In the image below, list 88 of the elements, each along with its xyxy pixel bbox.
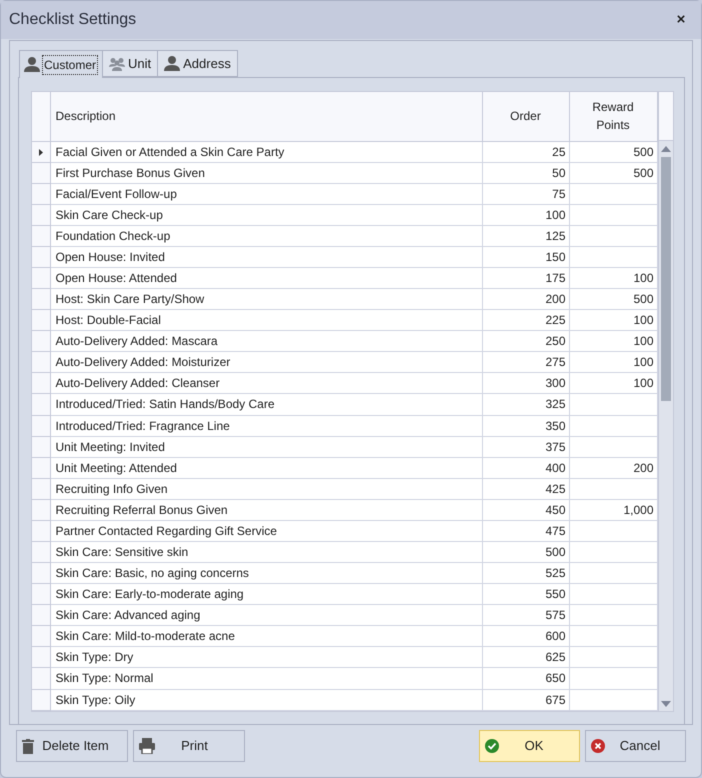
table-cell: 1,000 <box>569 499 657 520</box>
printer-icon <box>139 738 155 754</box>
table-cell: Skin Care Check-up <box>50 204 482 226</box>
table-cell: Host: Double-Facial <box>50 310 482 331</box>
table-cell: Skin Care: Sensitive skin <box>50 541 482 563</box>
table-cell: Facial Given or Attended a Skin Care Party <box>50 141 482 162</box>
table-cell: 650 <box>482 668 569 690</box>
table-cell: 500 <box>569 162 657 184</box>
table-cell: Skin Care: Advanced aging <box>50 604 482 626</box>
table-cell: Auto-Delivery Added: Moisturizer <box>50 352 482 373</box>
table-cell: 200 <box>569 457 657 478</box>
table-cell: 350 <box>482 415 569 436</box>
table-cell: 225 <box>482 310 569 331</box>
table-cell: 100 <box>569 267 657 289</box>
table-cell: 500 <box>569 288 657 310</box>
table-cell: 125 <box>482 225 569 246</box>
table-cell: 275 <box>482 352 569 373</box>
table-cell: 200 <box>482 288 569 310</box>
table-cell: Recruiting Referral Bonus Given <box>50 499 482 520</box>
person-icon <box>164 56 180 71</box>
table-cell: Partner Contacted Regarding Gift Service <box>50 520 482 542</box>
table-cell: Skin Care: Basic, no aging concerns <box>50 562 482 584</box>
table-cell: Skin Care: Early-to-moderate aging <box>50 584 482 605</box>
table-cell: 450 <box>482 499 569 520</box>
table-cell: 100 <box>569 372 657 394</box>
table-cell: First Purchase Bonus Given <box>50 162 482 184</box>
table-cell: 425 <box>482 478 569 500</box>
close-button[interactable]: × <box>669 8 693 32</box>
table-cell: 75 <box>482 183 569 204</box>
table-cell: Auto-Delivery Added: Cleanser <box>50 372 482 394</box>
window-title: Checklist Settings <box>9 10 136 30</box>
table-cell: 100 <box>569 352 657 373</box>
dialog-button[interactable]: OK <box>479 730 580 762</box>
table-cell: Host: Skin Care Party/Show <box>50 288 482 310</box>
table-cell: 500 <box>569 141 657 162</box>
table-cell: Introduced/Tried: Fragrance Line <box>50 415 482 436</box>
dialog-button[interactable]: Cancel <box>585 730 686 762</box>
column-header[interactable]: Reward Points <box>569 92 657 141</box>
vertical-scrollbar[interactable] <box>658 92 673 711</box>
table-cell: 625 <box>482 646 569 668</box>
table-cell: 375 <box>482 436 569 458</box>
table-cell: 300 <box>482 372 569 394</box>
tab[interactable]: Unit <box>103 50 158 77</box>
table-cell: 575 <box>482 604 569 626</box>
group-icon <box>109 56 126 70</box>
table-cell: Skin Type: Oily <box>50 689 482 710</box>
dialog-button[interactable]: Delete Item <box>16 730 128 762</box>
table-cell: 50 <box>482 162 569 184</box>
table-cell: 100 <box>482 204 569 226</box>
table-cell: Skin Type: Normal <box>50 668 482 690</box>
tab[interactable]: Customer <box>19 50 104 78</box>
table-cell: 150 <box>482 246 569 268</box>
row-indicator[interactable] <box>32 141 50 162</box>
scroll-up-icon[interactable] <box>660 146 671 152</box>
table-cell: Foundation Check-up <box>50 225 482 246</box>
table-cell: 500 <box>482 541 569 563</box>
table-cell: 325 <box>482 394 569 416</box>
table-cell: 525 <box>482 562 569 584</box>
column-header[interactable]: Description <box>50 92 482 141</box>
person-icon <box>24 57 40 72</box>
table-cell: 100 <box>569 330 657 352</box>
tab[interactable]: Address <box>158 50 238 77</box>
column-header[interactable]: Order <box>482 92 569 141</box>
table-cell: 475 <box>482 520 569 542</box>
table-cell: 400 <box>482 457 569 478</box>
table-cell: Unit Meeting: Invited <box>50 436 482 458</box>
scroll-thumb[interactable] <box>660 157 671 401</box>
table-cell: Unit Meeting: Attended <box>50 457 482 478</box>
table-cell: Introduced/Tried: Satin Hands/Body Care <box>50 394 482 416</box>
table-cell: 175 <box>482 267 569 289</box>
table-cell: Auto-Delivery Added: Mascara <box>50 330 482 352</box>
table-cell: 100 <box>569 310 657 331</box>
check-icon <box>485 739 499 753</box>
table-cell: 550 <box>482 584 569 605</box>
table-cell: Open House: Attended <box>50 267 482 289</box>
table-cell: Open House: Invited <box>50 246 482 268</box>
table-cell: Skin Type: Dry <box>50 646 482 668</box>
table-cell: 25 <box>482 141 569 162</box>
table-cell: 250 <box>482 330 569 352</box>
scroll-down-icon[interactable] <box>660 701 671 707</box>
table-cell: 675 <box>482 689 569 710</box>
cancel-icon <box>591 739 605 753</box>
dialog-button[interactable]: Print <box>133 730 245 762</box>
table-cell: Recruiting Info Given <box>50 478 482 500</box>
table-cell: 600 <box>482 626 569 647</box>
table-cell: Skin Care: Mild-to-moderate acne <box>50 626 482 647</box>
trash-icon <box>22 738 34 754</box>
table-cell: Facial/Event Follow-up <box>50 183 482 204</box>
